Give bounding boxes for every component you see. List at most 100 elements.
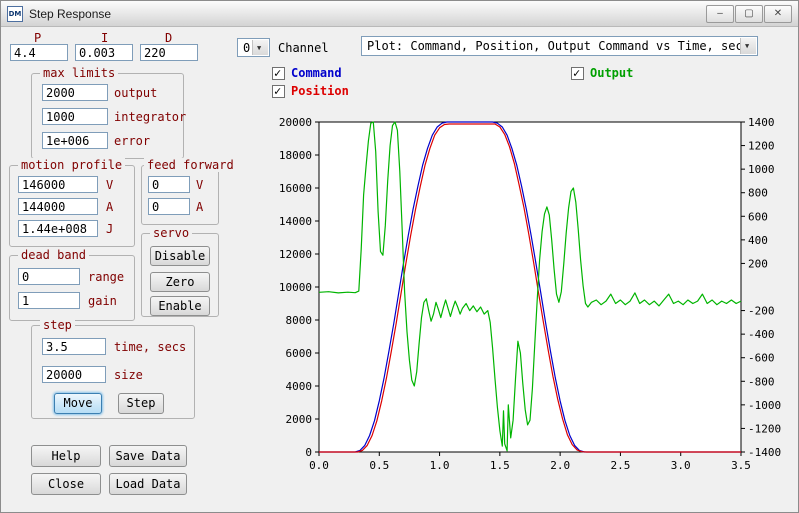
svg-text:8000: 8000 <box>286 314 313 327</box>
motion-profile-group: motion profile V A J <box>9 158 135 247</box>
channel-value: 0 <box>243 41 251 55</box>
dropdown-arrow-icon[interactable] <box>740 38 756 54</box>
svg-text:-800: -800 <box>748 375 775 388</box>
position-checkbox[interactable] <box>272 84 285 98</box>
dead-band-gain-input[interactable] <box>18 292 80 309</box>
feed-forward-group: feed forward V A <box>141 158 237 225</box>
error-limit-input[interactable] <box>42 132 108 149</box>
svg-text:-400: -400 <box>748 328 775 341</box>
window-controls <box>706 5 792 23</box>
svg-text:10000: 10000 <box>279 281 312 294</box>
step-size-input[interactable] <box>42 366 106 383</box>
titlebar[interactable]: DM Step Response <box>1 1 798 27</box>
motion-profile-title: motion profile <box>18 158 126 172</box>
command-checkbox[interactable] <box>272 66 285 80</box>
svg-text:20000: 20000 <box>279 116 312 129</box>
position-checkbox-label[interactable]: Position <box>291 84 349 98</box>
integrator-limit-input[interactable] <box>42 108 108 125</box>
step-title: step <box>40 318 75 332</box>
step-button[interactable]: Step <box>118 393 164 414</box>
svg-text:1400: 1400 <box>748 116 775 129</box>
plot-select-value: Plot: Command, Position, Output Command … <box>367 39 750 53</box>
dead-band-range-input[interactable] <box>18 268 80 285</box>
acceleration-input[interactable] <box>18 198 98 215</box>
svg-text:4000: 4000 <box>286 380 313 393</box>
ff-velocity-label: V <box>196 178 204 192</box>
svg-text:400: 400 <box>748 234 768 247</box>
ff-acceleration-input[interactable] <box>148 198 190 215</box>
servo-group: servo Disable Zero Enable <box>141 226 219 317</box>
window-title: Step Response <box>29 7 112 21</box>
move-button[interactable]: Move <box>54 393 102 414</box>
servo-title: servo <box>150 226 193 240</box>
channel-select[interactable]: 0 <box>237 38 270 57</box>
p-label: P <box>34 31 42 45</box>
feed-forward-title: feed forward <box>144 158 237 172</box>
close-icon[interactable] <box>764 5 792 23</box>
svg-text:600: 600 <box>748 210 768 223</box>
svg-text:200: 200 <box>748 257 768 270</box>
svg-text:14000: 14000 <box>279 215 312 228</box>
svg-text:6000: 6000 <box>286 347 313 360</box>
velocity-input[interactable] <box>18 176 98 193</box>
svg-text:3.0: 3.0 <box>671 459 691 472</box>
svg-text:16000: 16000 <box>279 182 312 195</box>
dead-band-group: dead band range gain <box>9 248 135 321</box>
i-label: I <box>101 31 109 45</box>
minimize-icon[interactable] <box>706 5 734 23</box>
error-limit-label: error <box>114 134 151 148</box>
svg-text:2000: 2000 <box>286 413 313 426</box>
save-data-button[interactable]: Save Data <box>109 445 187 467</box>
svg-text:1200: 1200 <box>748 140 775 153</box>
step-time-label: time, secs <box>114 340 187 354</box>
step-group: step time, secs size Move Step <box>31 318 195 419</box>
dead-band-gain-label: gain <box>88 294 117 308</box>
integrator-limit-label: integrator <box>114 110 187 124</box>
svg-text:2.5: 2.5 <box>610 459 630 472</box>
i-input[interactable] <box>75 44 133 61</box>
svg-text:0: 0 <box>305 446 312 459</box>
svg-text:1.0: 1.0 <box>430 459 450 472</box>
d-input[interactable] <box>140 44 198 61</box>
ff-acceleration-label: A <box>196 200 204 214</box>
acceleration-label: A <box>106 200 114 214</box>
svg-text:1.5: 1.5 <box>490 459 510 472</box>
command-checkbox-label[interactable]: Command <box>291 66 342 80</box>
load-data-button[interactable]: Load Data <box>109 473 187 495</box>
output-checkbox[interactable] <box>571 66 584 80</box>
dropdown-arrow-icon[interactable] <box>252 40 268 55</box>
svg-text:-1400: -1400 <box>748 446 781 459</box>
d-label: D <box>165 31 173 45</box>
step-response-window: DM Step Response P I D 0 Channel Plot: C… <box>0 0 799 513</box>
plot-select[interactable]: Plot: Command, Position, Output Command … <box>361 36 758 56</box>
output-limit-label: output <box>114 86 158 100</box>
jerk-label: J <box>106 222 114 236</box>
velocity-label: V <box>106 178 114 192</box>
app-icon: DM <box>7 6 23 22</box>
svg-text:-600: -600 <box>748 352 775 365</box>
step-size-label: size <box>114 368 143 382</box>
p-input[interactable] <box>10 44 68 61</box>
svg-text:2.0: 2.0 <box>550 459 570 472</box>
output-checkbox-label[interactable]: Output <box>590 66 633 80</box>
ff-velocity-input[interactable] <box>148 176 190 193</box>
jerk-input[interactable] <box>18 220 98 237</box>
max-limits-group: max limits output integrator error <box>31 66 187 159</box>
zero-button[interactable]: Zero <box>150 272 210 292</box>
maximize-icon[interactable] <box>735 5 763 23</box>
svg-text:12000: 12000 <box>279 248 312 261</box>
svg-text:-1000: -1000 <box>748 399 781 412</box>
channel-label: Channel <box>278 41 329 55</box>
dead-band-range-label: range <box>88 270 125 284</box>
step-time-input[interactable] <box>42 338 106 355</box>
help-button[interactable]: Help <box>31 445 101 467</box>
enable-button[interactable]: Enable <box>150 296 210 316</box>
close-button[interactable]: Close <box>31 473 101 495</box>
svg-text:18000: 18000 <box>279 149 312 162</box>
svg-text:1000: 1000 <box>748 163 775 176</box>
output-limit-input[interactable] <box>42 84 108 101</box>
chart: 2000018000160001400012000100008000600040… <box>279 116 781 472</box>
svg-text:-1200: -1200 <box>748 422 781 435</box>
disable-button[interactable]: Disable <box>150 246 210 266</box>
max-limits-title: max limits <box>40 66 119 80</box>
